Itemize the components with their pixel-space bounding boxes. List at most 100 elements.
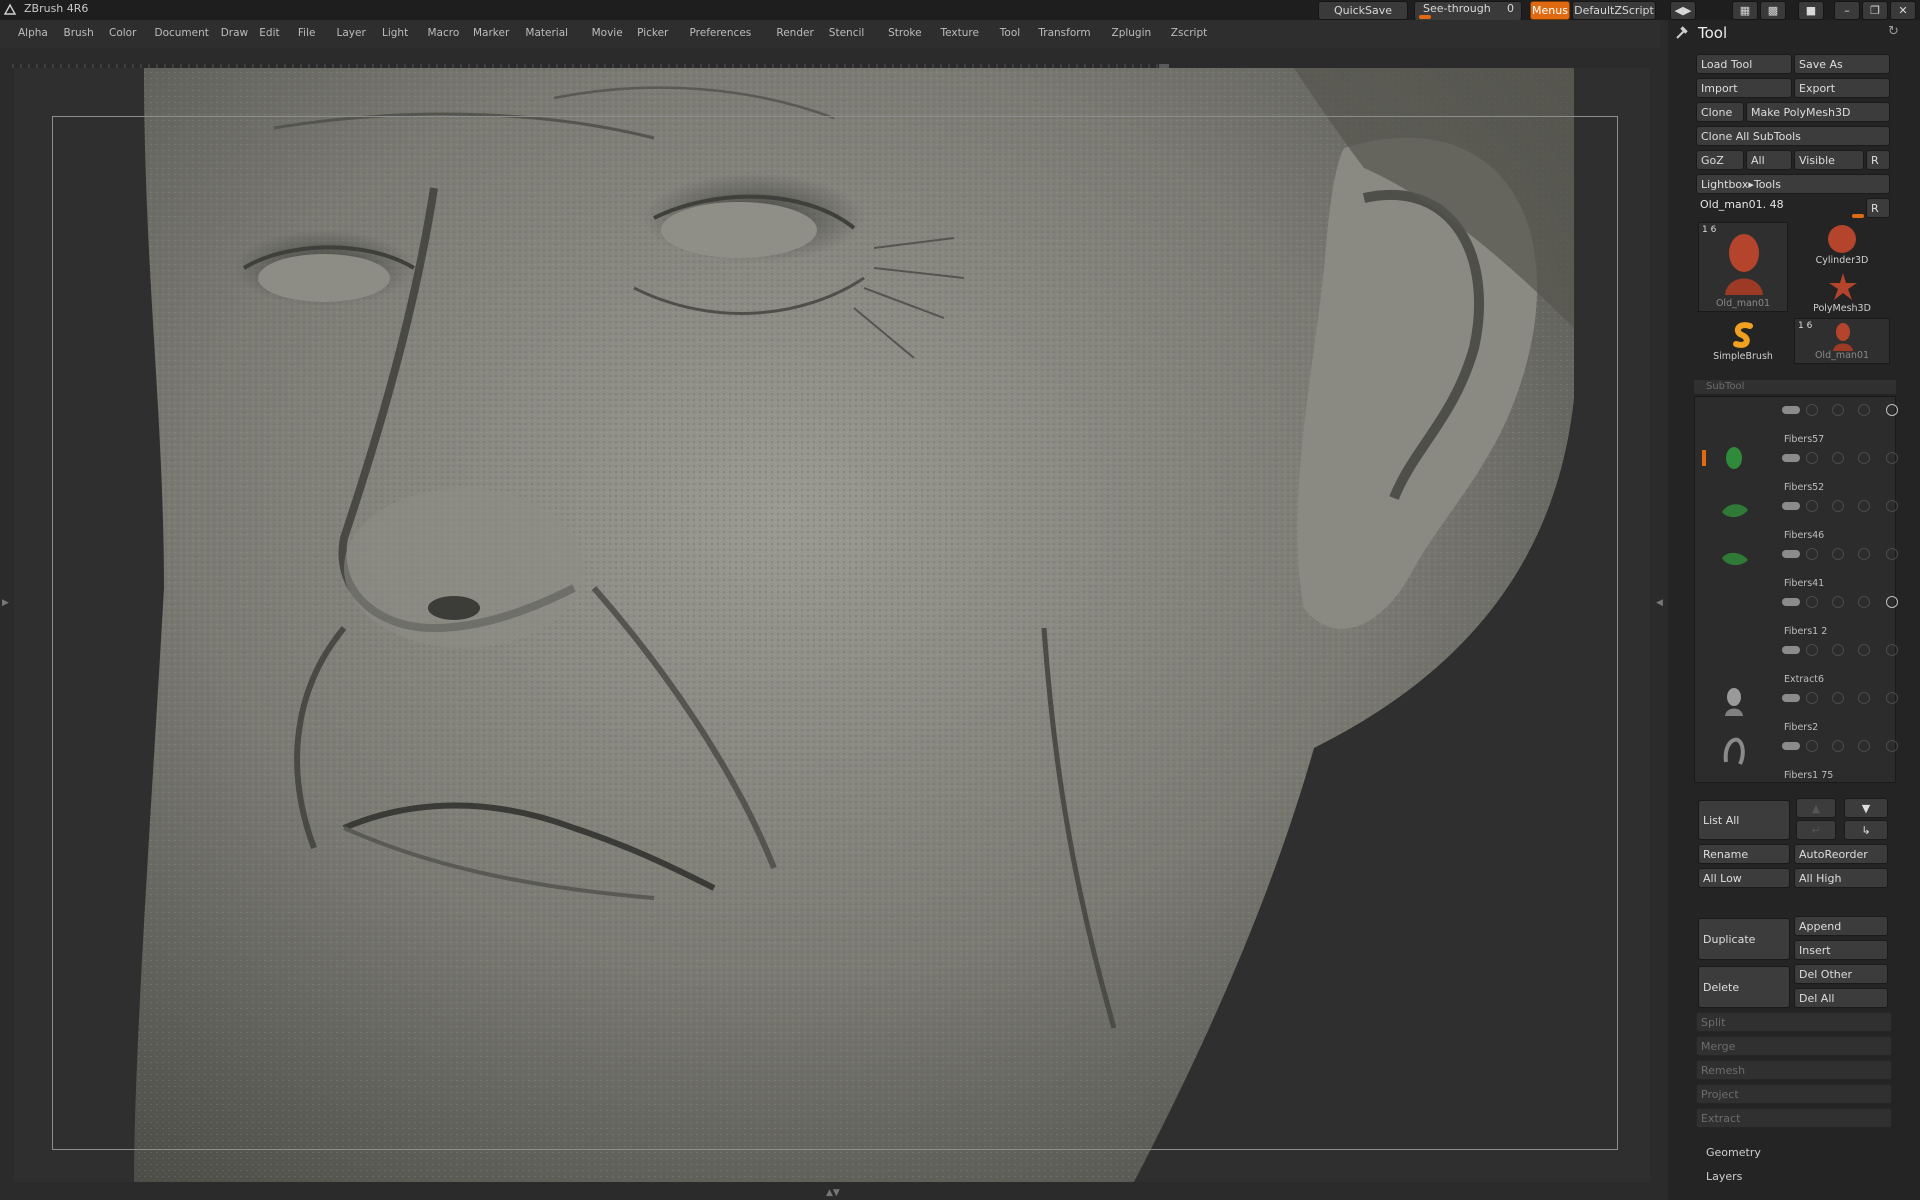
menu-brush[interactable]: Brush <box>64 27 94 39</box>
menu-movie[interactable]: Movie <box>592 27 623 39</box>
minimize-icon[interactable]: – <box>1834 1 1860 20</box>
menu-edit[interactable]: Edit <box>259 27 279 39</box>
menu-marker[interactable]: Marker <box>473 27 509 39</box>
merge-button[interactable]: Merge <box>1696 1036 1892 1056</box>
move-right-button[interactable]: ↳ <box>1844 820 1888 840</box>
clone-all-subtools-button[interactable]: Clone All SubTools <box>1696 126 1890 146</box>
insert-button[interactable]: Insert <box>1794 940 1888 960</box>
subtool-option-icon[interactable] <box>1806 596 1818 608</box>
list-all-button[interactable]: List All <box>1698 800 1790 840</box>
subtool-option-icon[interactable] <box>1858 740 1870 752</box>
quicksave-button[interactable]: QuickSave <box>1318 1 1408 20</box>
subtool-option-icon[interactable] <box>1806 404 1818 416</box>
menu-stroke[interactable]: Stroke <box>888 27 921 39</box>
goz-r-button[interactable]: R <box>1866 150 1890 170</box>
eye-icon[interactable] <box>1886 452 1898 464</box>
default-zscript-button[interactable]: DefaultZScript <box>1572 1 1656 20</box>
current-tool-slider-handle[interactable] <box>1852 214 1864 218</box>
subtool-option-icon[interactable] <box>1832 452 1844 464</box>
export-button[interactable]: Export <box>1794 78 1890 98</box>
menu-tool[interactable]: Tool <box>1000 27 1020 39</box>
goz-visible-button[interactable]: Visible <box>1794 150 1864 170</box>
current-tool-r-button[interactable]: R <box>1866 198 1890 218</box>
tool-thumb-old-man-large[interactable]: 1 6 Old_man01 <box>1698 222 1788 312</box>
geometry-section[interactable]: Geometry <box>1706 1146 1761 1159</box>
subtool-option-icon[interactable] <box>1806 500 1818 512</box>
rename-button[interactable]: Rename <box>1698 844 1790 864</box>
menu-texture[interactable]: Texture <box>941 27 979 39</box>
menu-color[interactable]: Color <box>109 27 136 39</box>
eye-icon[interactable] <box>1886 500 1898 512</box>
menu-transform[interactable]: Transform <box>1038 27 1090 39</box>
subtool-visibility-toggle[interactable] <box>1782 598 1800 606</box>
all-low-button[interactable]: All Low <box>1698 868 1790 888</box>
subtool-visibility-toggle[interactable] <box>1782 502 1800 510</box>
subtool-visibility-toggle[interactable] <box>1782 694 1800 702</box>
subtool-option-icon[interactable] <box>1832 740 1844 752</box>
save-as-button[interactable]: Save As <box>1794 54 1890 74</box>
right-tray-arrow-icon[interactable]: ◀ <box>1656 598 1663 608</box>
swap-layout-icon[interactable]: ▦ <box>1732 1 1758 20</box>
menu-stencil[interactable]: Stencil <box>829 27 865 39</box>
load-tool-button[interactable]: Load Tool <box>1696 54 1792 74</box>
subtool-visibility-toggle[interactable] <box>1782 406 1800 414</box>
subtool-option-icon[interactable] <box>1806 692 1818 704</box>
move-down-button[interactable]: ▼ <box>1844 798 1888 818</box>
subtool-option-icon[interactable] <box>1858 452 1870 464</box>
menu-draw[interactable]: Draw <box>221 27 248 39</box>
clone-button[interactable]: Clone <box>1696 102 1744 122</box>
see-through-slider[interactable]: See-through 0 <box>1414 1 1522 21</box>
menu-render[interactable]: Render <box>776 27 813 39</box>
subtool-option-icon[interactable] <box>1832 644 1844 656</box>
subtool-header[interactable]: SubTool <box>1694 380 1896 394</box>
menu-layer[interactable]: Layer <box>337 27 366 39</box>
subtool-visibility-toggle[interactable] <box>1782 646 1800 654</box>
extract-button[interactable]: Extract <box>1696 1108 1892 1128</box>
subtool-option-icon[interactable] <box>1806 452 1818 464</box>
subtool-scroll-indicator[interactable] <box>1702 450 1706 466</box>
subtool-option-icon[interactable] <box>1858 596 1870 608</box>
restore-icon[interactable]: ❐ <box>1862 1 1888 20</box>
duplicate-button[interactable]: Duplicate <box>1698 918 1790 960</box>
layers-section[interactable]: Layers <box>1706 1170 1742 1183</box>
tool-thumb-simplebrush[interactable]: SimpleBrush <box>1698 318 1788 364</box>
tool-thumb-old-man-small[interactable]: 1 6 Old_man01 <box>1794 318 1890 364</box>
menu-zplugin[interactable]: Zplugin <box>1112 27 1152 39</box>
subtool-visibility-toggle[interactable] <box>1782 550 1800 558</box>
import-button[interactable]: Import <box>1696 78 1792 98</box>
remesh-button[interactable]: Remesh <box>1696 1060 1892 1080</box>
subtool-option-icon[interactable] <box>1858 692 1870 704</box>
tool-thumb-polymesh3d[interactable]: PolyMesh3D <box>1794 270 1890 316</box>
subtool-option-icon[interactable] <box>1858 500 1870 512</box>
subtool-option-icon[interactable] <box>1832 692 1844 704</box>
eye-icon[interactable] <box>1886 596 1898 608</box>
subtool-visibility-toggle[interactable] <box>1782 454 1800 462</box>
move-up-button[interactable]: ▲ <box>1796 798 1836 818</box>
subtool-option-icon[interactable] <box>1806 740 1818 752</box>
menu-document[interactable]: Document <box>155 27 209 39</box>
menu-alpha[interactable]: Alpha <box>18 27 48 39</box>
subtool-visibility-toggle[interactable] <box>1782 742 1800 750</box>
subtool-option-icon[interactable] <box>1832 404 1844 416</box>
palette-reset-icon[interactable]: ↻ <box>1888 24 1899 39</box>
menu-macro[interactable]: Macro <box>428 27 460 39</box>
subtool-option-icon[interactable] <box>1806 548 1818 560</box>
menu-picker[interactable]: Picker <box>637 27 668 39</box>
project-button[interactable]: Project <box>1696 1084 1892 1104</box>
lightbox-tools-button[interactable]: Lightbox▸Tools <box>1696 174 1890 194</box>
interface-slider-icon[interactable]: ◀▶ <box>1670 1 1696 20</box>
eye-icon[interactable] <box>1886 740 1898 752</box>
menu-preferences[interactable]: Preferences <box>690 27 752 39</box>
subtool-option-icon[interactable] <box>1858 548 1870 560</box>
subtool-option-icon[interactable] <box>1832 596 1844 608</box>
menu-zscript[interactable]: Zscript <box>1171 27 1207 39</box>
subtool-option-icon[interactable] <box>1806 644 1818 656</box>
menu-file[interactable]: File <box>298 27 316 39</box>
layout-grid-icon[interactable]: ▩ <box>1760 1 1786 20</box>
subtool-option-icon[interactable] <box>1832 548 1844 560</box>
autoreorder-button[interactable]: AutoReorder <box>1794 844 1888 864</box>
close-icon[interactable]: ✕ <box>1890 1 1916 20</box>
goz-all-button[interactable]: All <box>1746 150 1792 170</box>
goz-button[interactable]: GoZ <box>1696 150 1744 170</box>
menus-button[interactable]: Menus <box>1530 1 1570 20</box>
